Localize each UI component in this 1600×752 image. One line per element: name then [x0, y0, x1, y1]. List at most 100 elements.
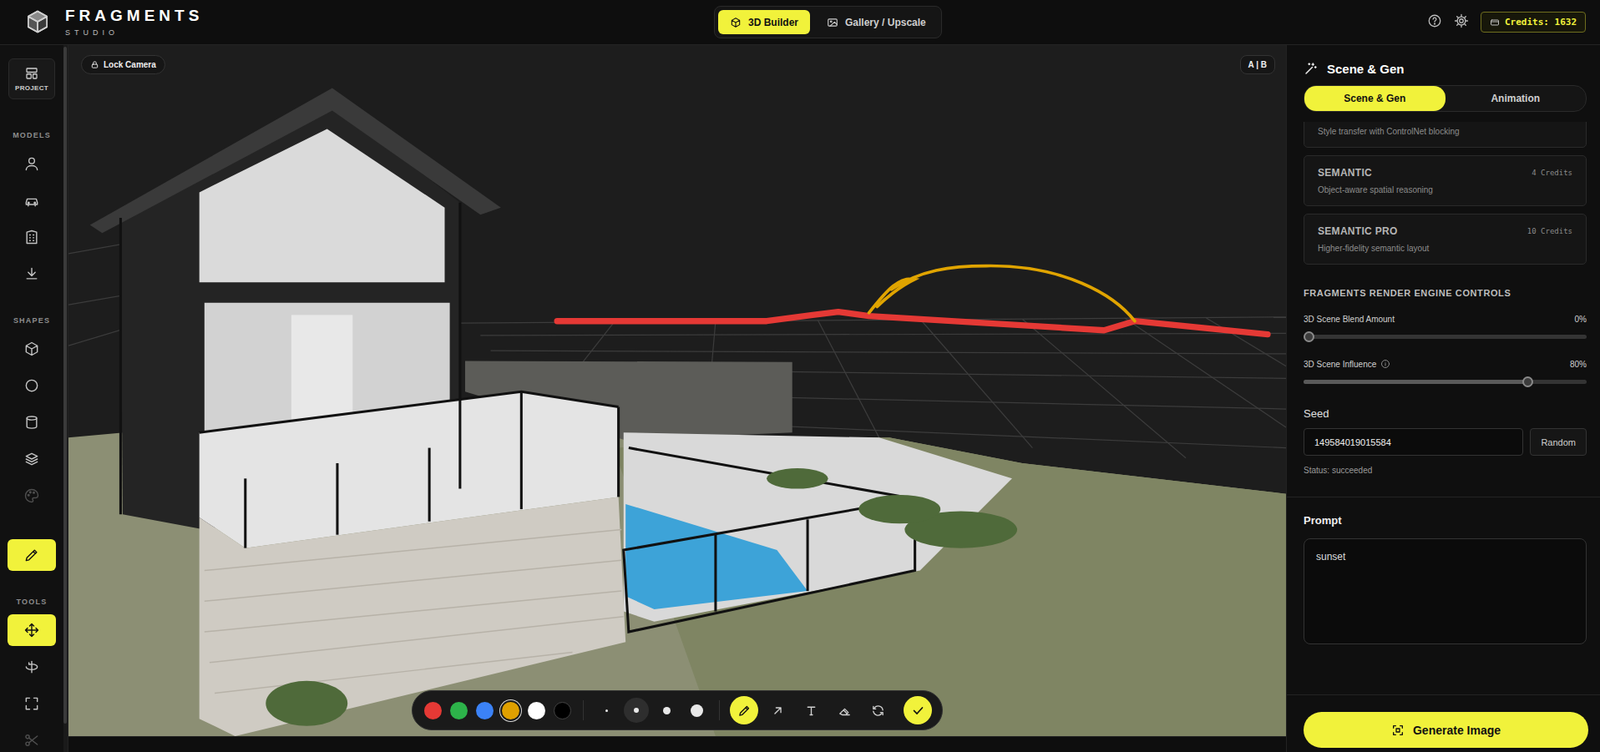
building-icon	[23, 228, 41, 246]
color-swatch[interactable]	[527, 702, 546, 720]
sidebar-button[interactable]	[7, 651, 56, 684]
sidebar-button[interactable]	[7, 333, 56, 365]
sidebar: PROJECTMODELSSHAPESTOOLS	[0, 45, 69, 752]
sidebar-button[interactable]	[7, 539, 56, 572]
logo-subtitle: STUDIO	[65, 28, 203, 37]
random-button[interactable]: Random	[1529, 428, 1587, 456]
slider-track[interactable]	[1303, 334, 1587, 340]
sidebar-button[interactable]	[7, 147, 56, 180]
seed-label: Seed	[1303, 407, 1587, 421]
mode-tab[interactable]: 3D Builder	[718, 10, 811, 35]
sidebar-button[interactable]	[7, 184, 56, 217]
mode-card[interactable]: Style transfer with ControlNet blocking	[1303, 121, 1587, 148]
brush-size[interactable]	[623, 698, 649, 724]
brush-size[interactable]	[683, 698, 709, 724]
mode-title: SEMANTIC PRO	[1317, 225, 1398, 238]
color-swatch[interactable]	[553, 702, 572, 720]
lock-camera-label: Lock Camera	[103, 60, 157, 70]
panel-scroll: Style transfer with ControlNet blocking S…	[1286, 121, 1600, 695]
sidebar-button[interactable]	[7, 614, 56, 647]
download-icon	[23, 265, 41, 283]
panel-footer: Generate Image	[1286, 694, 1600, 752]
generate-button[interactable]: Generate Image	[1303, 712, 1589, 749]
check-icon	[911, 703, 926, 719]
slider-label-wrap: 3D Scene Influence	[1303, 359, 1391, 370]
viewport-footer	[68, 736, 1287, 752]
slider-label: 3D Scene Blend Amount	[1303, 314, 1395, 325]
rotate-icon	[23, 658, 41, 676]
color-swatch[interactable]	[501, 702, 520, 720]
sidebar-button[interactable]	[7, 369, 56, 402]
credits-badge[interactable]: Credits: 1632	[1480, 11, 1586, 33]
draw-tool[interactable]	[830, 696, 859, 725]
help-icon	[1427, 13, 1443, 29]
mode-card[interactable]: SEMANTIC PRO10 CreditsHigher-fidelity se…	[1303, 213, 1587, 265]
draw-tool[interactable]	[763, 696, 792, 725]
sidebar-button[interactable]	[7, 443, 56, 476]
arrow-icon	[770, 703, 785, 719]
mode-card[interactable]: SEMANTIC4 CreditsObject-aware spatial re…	[1303, 155, 1587, 207]
logo-icon	[25, 9, 51, 35]
project-button[interactable]: PROJECT	[8, 58, 56, 100]
viewport-column: Lock Camera A | B	[68, 45, 1287, 752]
project-label: PROJECT	[15, 84, 49, 92]
logo[interactable]: FRAGMENTSSTUDIO	[25, 7, 714, 38]
slider-label-wrap: 3D Scene Blend Amount	[1303, 314, 1395, 325]
wand-icon	[1303, 60, 1319, 76]
draw-tool[interactable]	[863, 696, 892, 725]
sidebar-heading: MODELS	[12, 129, 51, 142]
sidebar-item	[7, 404, 56, 441]
seed-input[interactable]: 149584019015584	[1303, 428, 1524, 456]
car-icon	[23, 192, 41, 209]
brush-size[interactable]	[653, 698, 679, 724]
slider-track[interactable]	[1303, 379, 1587, 385]
brush-size[interactable]	[593, 698, 619, 724]
mode-tabs: 3D BuilderGallery / Upscale	[713, 5, 942, 39]
toolbar-separator	[582, 700, 584, 721]
sidebar-item	[7, 367, 56, 405]
sidebar-button[interactable]	[7, 406, 56, 439]
help-button[interactable]	[1427, 13, 1443, 32]
fullscreen-icon	[23, 695, 41, 713]
slider-thumb[interactable]	[1303, 331, 1315, 343]
scene-render[interactable]	[68, 45, 1287, 737]
sidebar-heading: SHAPES	[13, 314, 51, 327]
draw-tool[interactable]	[796, 696, 826, 725]
person-icon	[23, 155, 41, 173]
confirm-button[interactable]	[903, 696, 932, 725]
color-swatch[interactable]	[424, 702, 442, 720]
mode-tab[interactable]: Gallery / Upscale	[815, 10, 938, 35]
color-swatch[interactable]	[450, 702, 468, 720]
sidebar-item	[7, 182, 56, 219]
size-dot	[663, 707, 671, 715]
section-heading: FRAGMENTS RENDER ENGINE CONTROLS	[1303, 288, 1587, 299]
slider-fill	[1303, 379, 1530, 385]
mode-credits: 4 Credits	[1531, 168, 1573, 178]
info-icon[interactable]	[1380, 359, 1391, 370]
lock-camera-button[interactable]: Lock Camera	[81, 55, 166, 75]
panel-tab[interactable]: Scene & Gen	[1304, 86, 1446, 112]
sidebar-button[interactable]	[7, 258, 56, 290]
sidebar-button[interactable]	[7, 688, 56, 720]
slider-row: 3D Scene Blend Amount0%	[1303, 314, 1587, 340]
viewport[interactable]: Lock Camera A | B	[68, 45, 1287, 737]
eraser-icon	[837, 703, 852, 719]
ab-toggle[interactable]: A | B	[1240, 55, 1276, 75]
palette-icon	[23, 487, 41, 505]
pencil-icon	[23, 546, 41, 564]
mode-card-header: SEMANTIC PRO10 Credits	[1317, 225, 1573, 238]
settings-button[interactable]	[1453, 13, 1469, 32]
scrollbar-thumb[interactable]	[63, 46, 67, 725]
refresh-icon	[870, 703, 886, 719]
draw-tool[interactable]	[729, 696, 759, 725]
panel-tabs: Scene & GenAnimation	[1303, 85, 1587, 112]
color-swatch[interactable]	[475, 702, 494, 720]
sidebar-scrollbar[interactable]	[63, 45, 68, 752]
slider-row: 3D Scene Influence80%	[1303, 359, 1587, 385]
sidebar-button[interactable]	[7, 221, 56, 254]
panel-tab[interactable]: Animation	[1445, 86, 1587, 112]
pencil-icon	[737, 703, 752, 719]
slider-thumb[interactable]	[1522, 376, 1534, 388]
panel-title: Scene & Gen	[1326, 61, 1405, 76]
prompt-input[interactable]: sunset	[1303, 538, 1587, 645]
